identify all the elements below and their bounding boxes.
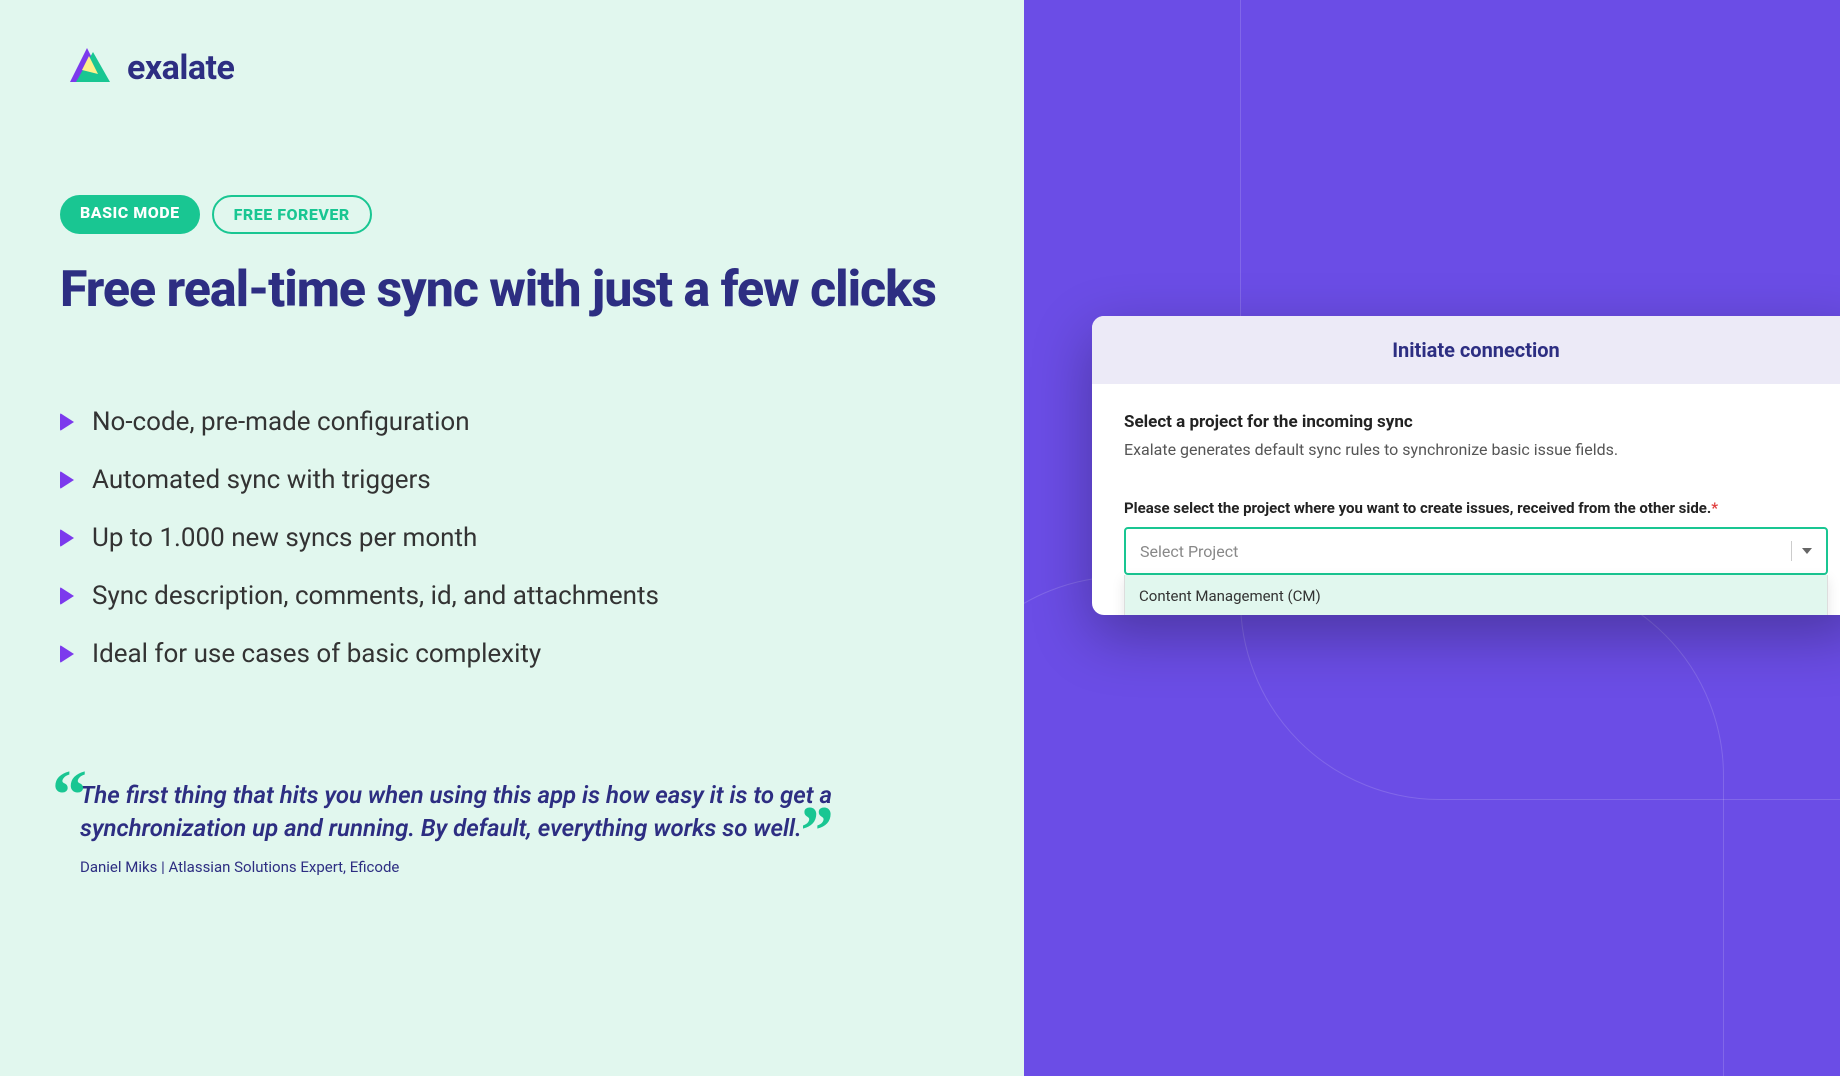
bullet-icon [60,413,74,431]
select-placeholder: Select Project [1140,542,1238,561]
feature-item: No-code, pre-made configuration [60,407,964,437]
bullet-icon [60,529,74,547]
feature-text: Sync description, comments, id, and atta… [92,581,659,611]
project-dropdown: Content Management (CM) Customers Succes… [1124,575,1828,615]
testimonial-block: “ The first thing that hits you when usi… [60,779,930,876]
badge-free-forever: FREE FOREVER [212,195,372,234]
page-headline: Free real-time sync with just a few clic… [60,259,964,322]
feature-text: Automated sync with triggers [92,465,431,495]
modal-body: Select a project for the incoming sync E… [1092,384,1840,615]
feature-item: Up to 1.000 new syncs per month [60,523,964,553]
feature-list: No-code, pre-made configuration Automate… [60,407,964,669]
bullet-icon [60,471,74,489]
chevron-down-icon [1802,548,1812,554]
left-content-panel: exalate BASIC MODE FREE FOREVER Free rea… [0,0,1024,1076]
modal-section-title: Select a project for the incoming sync [1124,412,1828,432]
dropdown-option[interactable]: Content Management (CM) [1125,575,1827,615]
testimonial-text: The first thing that hits you when using… [80,779,930,846]
feature-text: Up to 1.000 new syncs per month [92,523,477,553]
logo-text: exalate [127,48,234,88]
bullet-icon [60,645,74,663]
select-divider [1791,541,1792,561]
right-preview-panel: Initiate connection Select a project for… [1024,0,1840,1076]
badge-basic-mode: BASIC MODE [60,195,200,234]
initiate-connection-modal: Initiate connection Select a project for… [1092,316,1840,615]
feature-text: No-code, pre-made configuration [92,407,470,437]
logo-icon [60,40,115,95]
required-asterisk: * [1711,499,1718,517]
project-select[interactable]: Select Project [1124,527,1828,575]
project-select-container: Select Project Content Management (CM) C… [1124,527,1828,575]
feature-item: Sync description, comments, id, and atta… [60,581,964,611]
brand-logo: exalate [60,40,964,95]
project-select-label: Please select the project where you want… [1124,499,1828,517]
decorative-line [1024,576,1724,1076]
modal-subtitle: Exalate generates default sync rules to … [1124,440,1828,459]
feature-text: Ideal for use cases of basic complexity [92,639,541,669]
quote-open-icon: “ [52,761,87,831]
badges-row: BASIC MODE FREE FOREVER [60,195,964,234]
modal-title: Initiate connection [1092,316,1840,384]
feature-item: Ideal for use cases of basic complexity [60,639,964,669]
bullet-icon [60,587,74,605]
feature-item: Automated sync with triggers [60,465,964,495]
